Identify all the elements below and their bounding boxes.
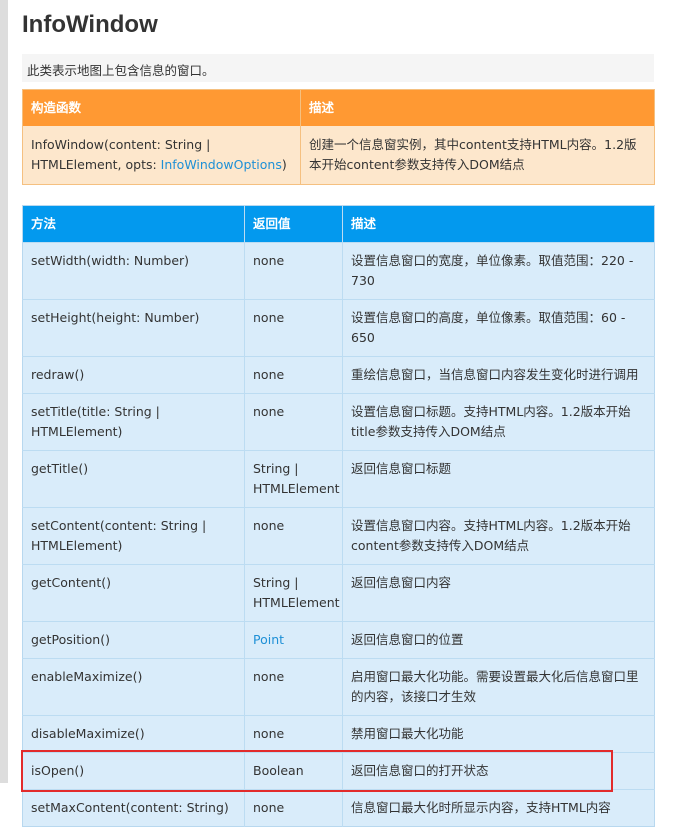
method-return-type: none	[244, 299, 343, 357]
method-return-type: none	[244, 507, 343, 565]
method-return-type: String | HTMLElement	[244, 564, 343, 622]
constructor-signature: InfoWindow(content: String | HTMLElement…	[22, 126, 301, 185]
method-signature: setWidth(width: Number)	[22, 242, 245, 300]
method-row: redraw() none 重绘信息窗口，当信息窗口内容发生变化时进行调用	[22, 356, 655, 394]
constructor-row: InfoWindow(content: String | HTMLElement…	[22, 126, 655, 185]
method-signature: enableMaximize()	[22, 658, 245, 716]
method-return-type[interactable]: Point	[244, 621, 343, 659]
method-row: setHeight(height: Number) none 设置信息窗口的高度，单…	[22, 299, 655, 357]
method-row: disableMaximize() none 禁用窗口最大化功能	[22, 715, 655, 753]
method-signature: setMaxContent(content: String)	[22, 789, 245, 827]
class-description: 此类表示地图上包含信息的窗口。	[22, 54, 654, 82]
method-signature: isOpen()	[22, 752, 245, 790]
infowindowoptions-link[interactable]: InfoWindowOptions	[161, 157, 282, 172]
method-row: setWidth(width: Number) none 设置信息窗口的宽度，单位像…	[22, 242, 655, 300]
methods-table: 方法 返回值 描述 setWidth(width: Number) none 设置信…	[22, 205, 655, 827]
constructor-header-col: 构造函数	[22, 89, 301, 126]
method-row: getPosition() Point 返回信息窗口的位置	[22, 621, 655, 659]
method-signature: setContent(content: String | HTMLElement…	[22, 507, 245, 565]
page-title: InfoWindow	[22, 11, 158, 38]
method-return-type: none	[244, 242, 343, 300]
method-return-type: Boolean	[244, 752, 343, 790]
constructor-table: 构造函数 描述 InfoWindow(content: String | HTM…	[22, 89, 655, 185]
methods-header-row: 方法 返回值 描述	[22, 205, 655, 243]
method-row: getTitle() String | HTMLElement 返回信息窗口标题	[22, 450, 655, 508]
method-signature: getPosition()	[22, 621, 245, 659]
method-return-type: none	[244, 356, 343, 394]
method-description: 禁用窗口最大化功能	[342, 715, 655, 753]
method-return-type: none	[244, 715, 343, 753]
method-signature: getContent()	[22, 564, 245, 622]
method-signature: disableMaximize()	[22, 715, 245, 753]
method-description: 启用窗口最大化功能。需要设置最大化后信息窗口里的内容，该接口才生效	[342, 658, 655, 716]
method-row: setContent(content: String | HTMLElement…	[22, 507, 655, 565]
method-description: 信息窗口最大化时所显示内容，支持HTML内容	[342, 789, 655, 827]
constructor-signature-suffix: )	[281, 157, 287, 172]
method-description: 设置信息窗口的高度，单位像素。取值范围：60 - 650	[342, 299, 655, 357]
method-return-type: none	[244, 789, 343, 827]
method-signature: redraw()	[22, 356, 245, 394]
method-description: 设置信息窗口的宽度，单位像素。取值范围：220 - 730	[342, 242, 655, 300]
method-row: enableMaximize() none 启用窗口最大化功能。需要设置最大化后信息…	[22, 658, 655, 716]
method-return-type: none	[244, 393, 343, 451]
constructor-description: 创建一个信息窗实例，其中content支持HTML内容。1.2版本开始conte…	[300, 126, 655, 185]
method-signature: getTitle()	[22, 450, 245, 508]
method-description: 返回信息窗口标题	[342, 450, 655, 508]
methods-header-method: 方法	[22, 205, 245, 243]
method-row: setTitle(title: String | HTMLElement) non…	[22, 393, 655, 451]
method-signature: setTitle(title: String | HTMLElement)	[22, 393, 245, 451]
method-row: setMaxContent(content: String) none 信息窗口最大…	[22, 789, 655, 827]
method-return-type: String | HTMLElement	[244, 450, 343, 508]
constructor-header-row: 构造函数 描述	[22, 89, 655, 126]
method-description: 设置信息窗口标题。支持HTML内容。1.2版本开始title参数支持传入DOM结…	[342, 393, 655, 451]
method-return-type: none	[244, 658, 343, 716]
method-row: isOpen() Boolean 返回信息窗口的打开状态	[22, 752, 655, 790]
method-signature: setHeight(height: Number)	[22, 299, 245, 357]
method-description: 返回信息窗口的位置	[342, 621, 655, 659]
methods-header-desc: 描述	[342, 205, 655, 243]
method-description: 设置信息窗口内容。支持HTML内容。1.2版本开始content参数支持传入DO…	[342, 507, 655, 565]
method-description: 重绘信息窗口，当信息窗口内容发生变化时进行调用	[342, 356, 655, 394]
method-description: 返回信息窗口内容	[342, 564, 655, 622]
methods-body: setWidth(width: Number) none 设置信息窗口的宽度，单位像…	[22, 242, 655, 827]
method-description: 返回信息窗口的打开状态	[342, 752, 655, 790]
constructor-header-desc: 描述	[300, 89, 655, 126]
left-scrollbar-edge	[0, 0, 8, 783]
methods-header-returns: 返回值	[244, 205, 343, 243]
method-row: getContent() String | HTMLElement 返回信息窗口内容	[22, 564, 655, 622]
